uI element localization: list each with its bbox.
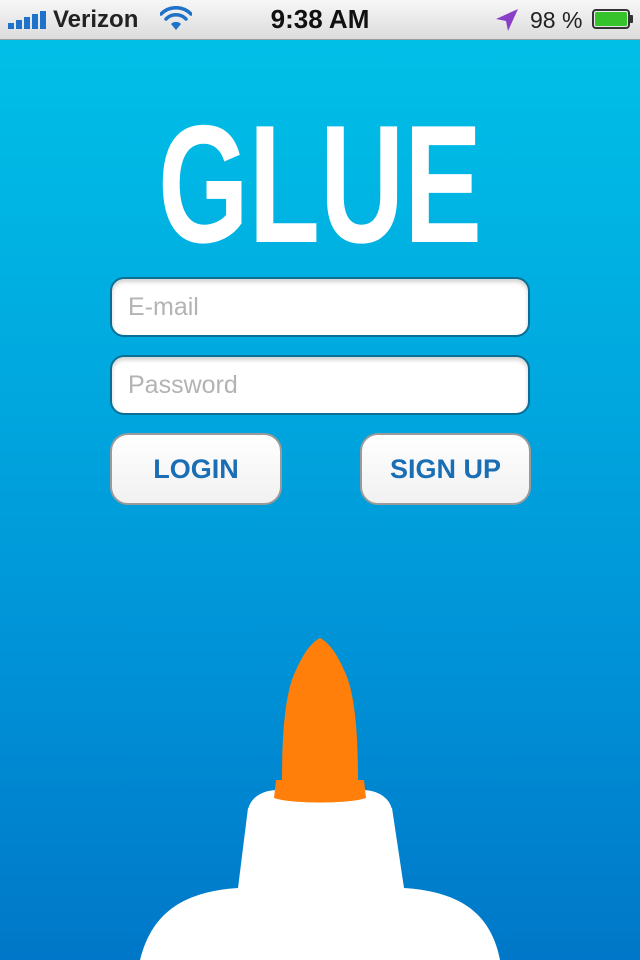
login-screen: Verizon 9:38 AM 98 % GLUE LOGIN SIGN UP bbox=[0, 0, 640, 960]
email-field[interactable] bbox=[110, 277, 530, 337]
glue-logo: GLUE bbox=[158, 108, 482, 254]
nozzle-cap bbox=[282, 638, 358, 782]
status-bar: Verizon 9:38 AM 98 % bbox=[0, 0, 640, 40]
battery-icon bbox=[592, 9, 633, 29]
bottle-body bbox=[140, 888, 500, 960]
battery-percent: 98 % bbox=[530, 7, 583, 33]
login-button[interactable]: LOGIN bbox=[110, 433, 282, 505]
password-field[interactable] bbox=[110, 355, 530, 415]
bottle-collar bbox=[238, 808, 404, 888]
sign-up-button[interactable]: SIGN UP bbox=[360, 433, 531, 505]
glue-bottle-illustration bbox=[140, 638, 500, 960]
logo-text: GLUE bbox=[158, 108, 482, 254]
cap-ring bbox=[274, 780, 366, 803]
location-arrow-icon bbox=[496, 9, 518, 31]
